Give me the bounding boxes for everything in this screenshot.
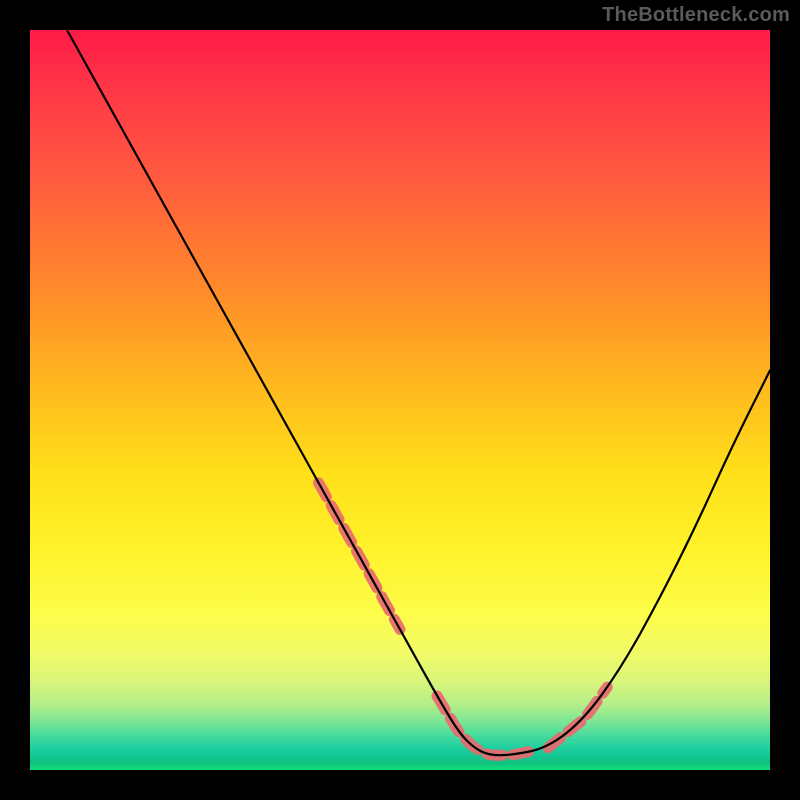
curve-svg [30,30,770,770]
bottleneck-curve-line [67,30,770,755]
highlight-trough [437,696,533,755]
chart-stage: TheBottleneck.com [0,0,800,800]
plot-area [30,30,770,770]
watermark-text: TheBottleneck.com [602,4,790,27]
